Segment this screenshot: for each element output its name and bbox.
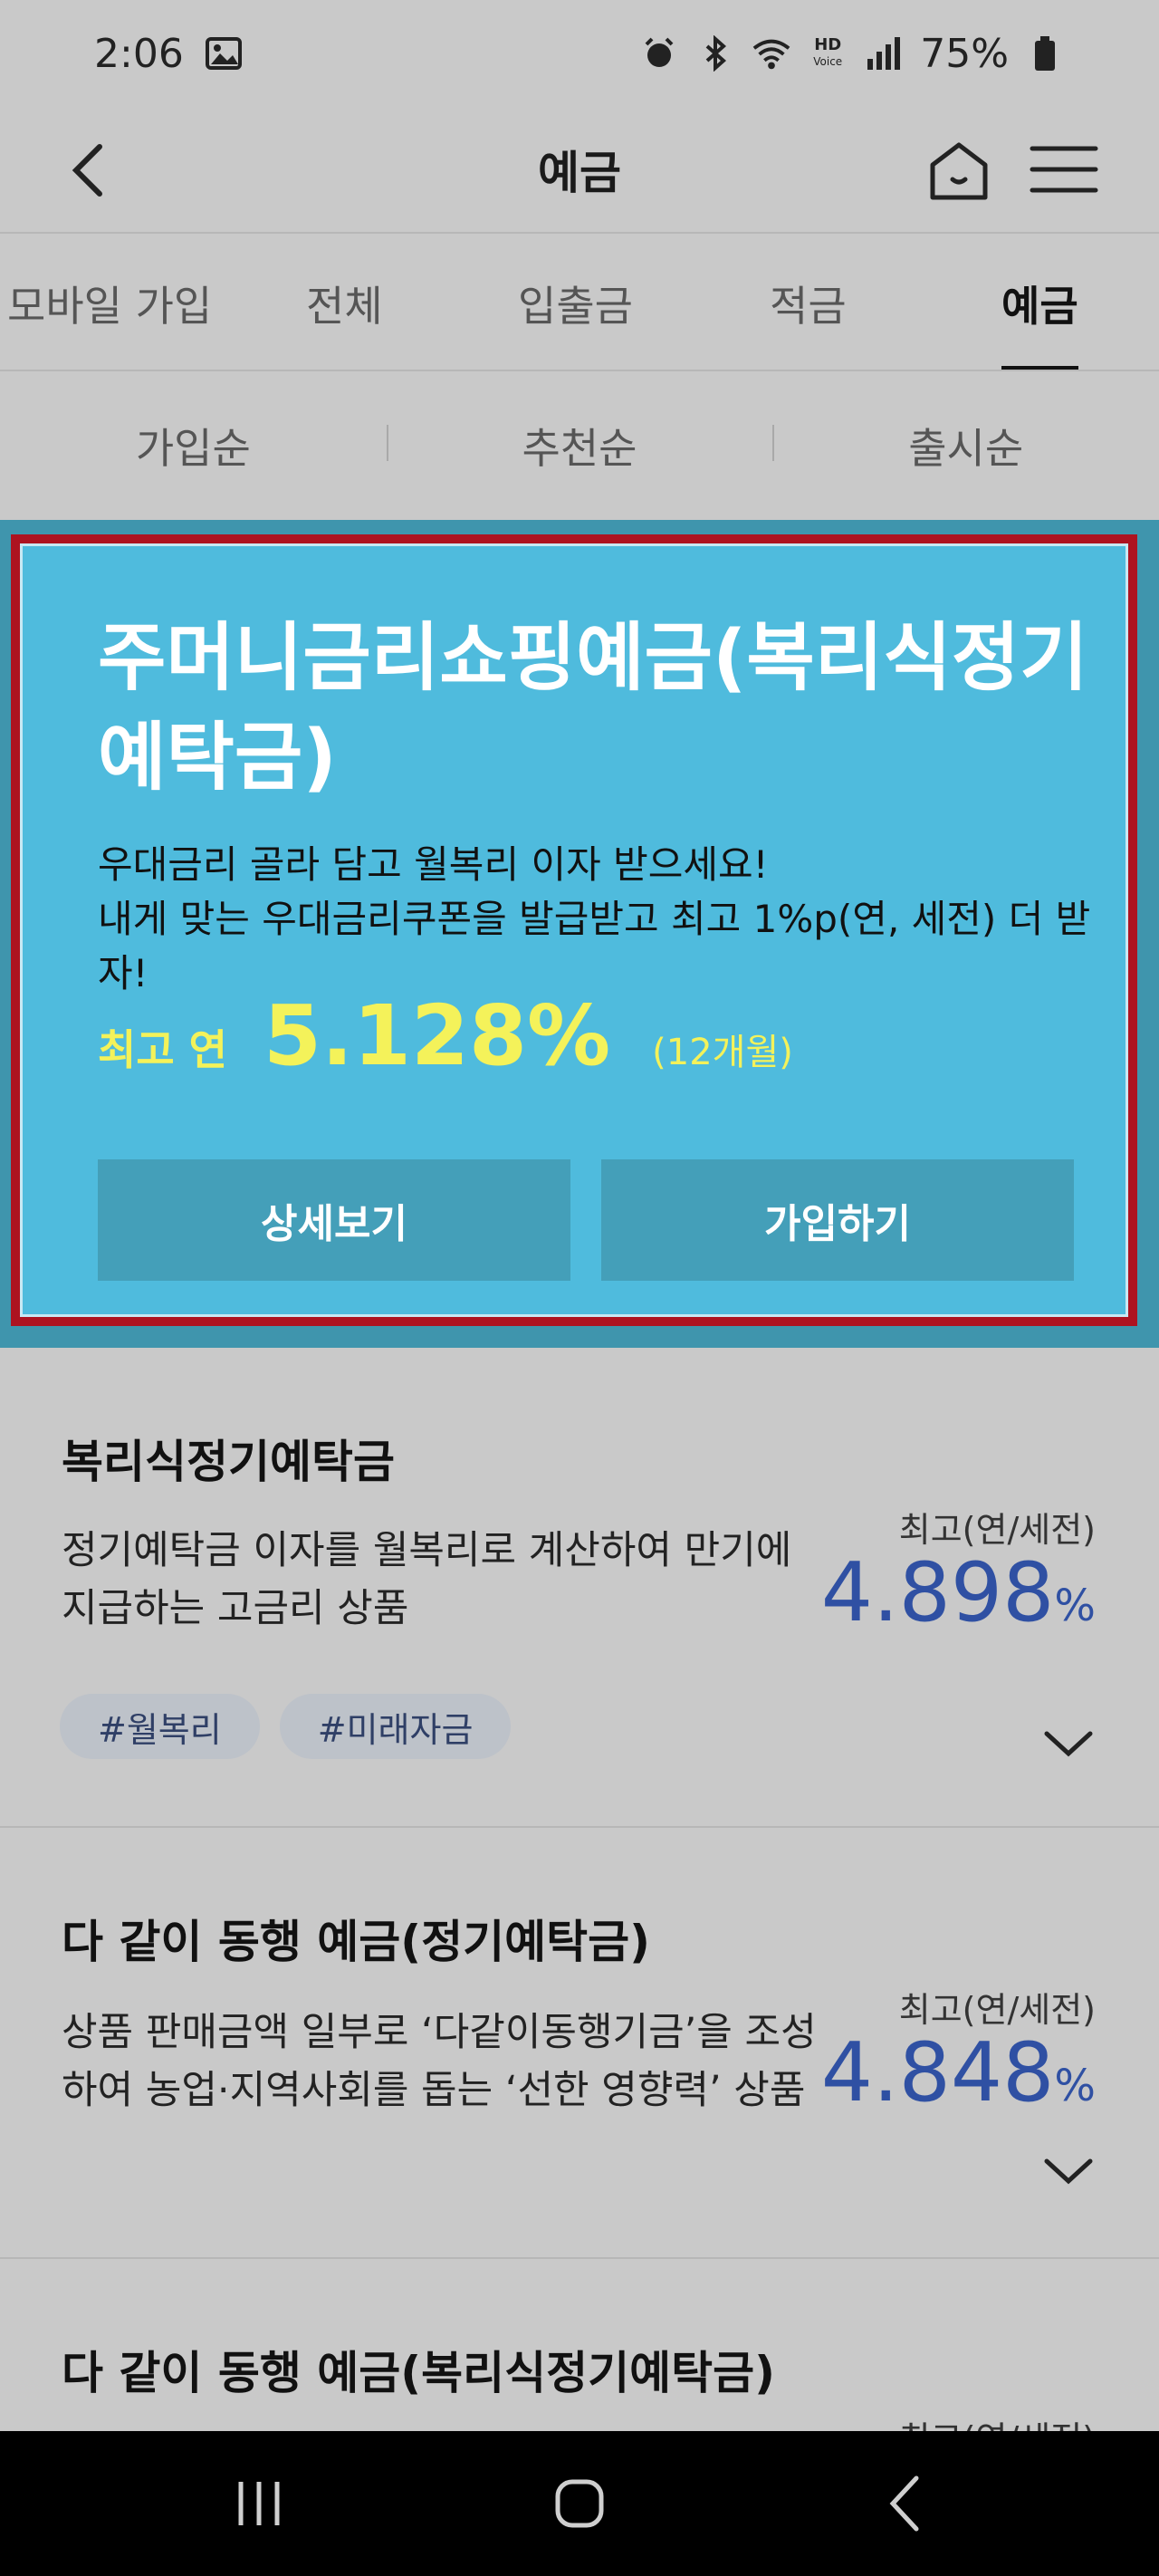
product-description: 상품 판매금액 일부로 ‘다같이동행기금’을 조성하여 농업·지역사회를 돕는 …: [62, 2010, 817, 2113]
product-title: 복리식정기예탁금: [62, 1436, 395, 1488]
back-button[interactable]: [54, 132, 130, 208]
join-button[interactable]: 가입하기: [601, 1159, 1074, 1281]
sort-options: 가입순 추천순 출시순: [0, 373, 1159, 518]
battery-percent: 75%: [920, 30, 1009, 77]
category-tabs: 모바일 가입 전체 입출금 적금 예금: [0, 235, 1159, 371]
tab-deposit[interactable]: 예금: [1001, 235, 1078, 370]
featured-description: 우대금리 골라 담고 월복리 이자 받으세요! 내게 맞는 우대금리쿠폰을 발급…: [98, 842, 1091, 995]
tag-chip[interactable]: #미래자금: [279, 1694, 512, 1759]
product-card[interactable]: 다 같이 동행 예금(복리식정기예탁금) 최고(연/세전): [0, 2261, 1159, 2431]
product-card[interactable]: 복리식정기예탁금 정기예탁금 이자를 월복리로 계산하여 만기에 지급하는 고금…: [0, 1348, 1159, 1828]
featured-banner-area: 주머니금리쇼핑예금(복리식정기예탁금) 우대금리 골라 담고 월복리 이자 받으…: [0, 520, 1159, 1348]
rate-label: 최고(연/세전): [898, 1990, 1096, 2030]
status-time: 2:06: [94, 30, 184, 77]
product-description: 정기예탁금 이자를 월복리로 계산하여 만기에 지급하는 고금리 상품: [62, 1528, 792, 1631]
featured-rate: 최고 연 5.128% (12개월): [98, 987, 793, 1084]
wifi-icon: [752, 35, 791, 72]
tab-checking[interactable]: 입출금: [518, 235, 633, 370]
menu-button[interactable]: [1023, 129, 1105, 210]
gallery-icon: [204, 35, 244, 72]
home-nav-button[interactable]: [543, 2467, 616, 2540]
battery-icon: [1025, 35, 1065, 72]
featured-rate-value: 5.128%: [263, 987, 611, 1084]
tab-savings[interactable]: 적금: [770, 235, 847, 370]
home-button[interactable]: [918, 129, 1000, 210]
sort-by-joins[interactable]: 가입순: [0, 416, 387, 476]
product-rate: 4.848%: [820, 2025, 1096, 2120]
detail-button[interactable]: 상세보기: [98, 1159, 570, 1281]
chevron-left-icon: [72, 144, 102, 197]
app-header: 예금: [0, 107, 1159, 234]
chevron-down-icon[interactable]: [1041, 1725, 1096, 1761]
system-navigation-bar: [0, 2431, 1159, 2576]
bluetooth-icon: [695, 35, 735, 72]
product-title: 다 같이 동행 예금(복리식정기예탁금): [62, 2347, 775, 2399]
chevron-down-icon[interactable]: [1041, 2152, 1096, 2188]
product-rate: 4.898%: [820, 1545, 1096, 1640]
rate-label: 최고(연/세전): [899, 2411, 1096, 2431]
featured-title: 주머니금리쇼핑예금(복리식정기예탁금): [98, 615, 1088, 801]
alarm-icon: [639, 35, 679, 72]
sort-by-release[interactable]: 출시순: [772, 416, 1159, 476]
tag-chip[interactable]: #월복리: [60, 1694, 260, 1759]
sort-by-recommended[interactable]: 추천순: [386, 416, 773, 476]
tab-all[interactable]: 전체: [306, 235, 383, 370]
home-icon: [930, 142, 988, 200]
recent-apps-button[interactable]: [223, 2467, 295, 2540]
product-tags: #월복리 #미래자금: [60, 1694, 512, 1759]
tab-mobile-join[interactable]: 모바일 가입: [7, 235, 212, 370]
signal-icon: [864, 35, 904, 72]
product-card[interactable]: 다 같이 동행 예금(정기예탁금) 상품 판매금액 일부로 ‘다같이동행기금’을…: [0, 1830, 1159, 2259]
back-nav-button[interactable]: [871, 2467, 943, 2540]
product-title: 다 같이 동행 예금(정기예탁금): [62, 1916, 650, 1968]
featured-product-card[interactable]: 주머니금리쇼핑예금(복리식정기예탁금) 우대금리 골라 담고 월복리 이자 받으…: [11, 534, 1137, 1326]
status-bar: 2:06 HD Voice 75%: [0, 0, 1159, 107]
page-title: 예금: [538, 147, 621, 199]
hamburger-menu-icon: [1030, 146, 1098, 193]
rate-label: 최고(연/세전): [898, 1510, 1096, 1550]
hd-voice-icon: HD Voice: [813, 35, 843, 69]
